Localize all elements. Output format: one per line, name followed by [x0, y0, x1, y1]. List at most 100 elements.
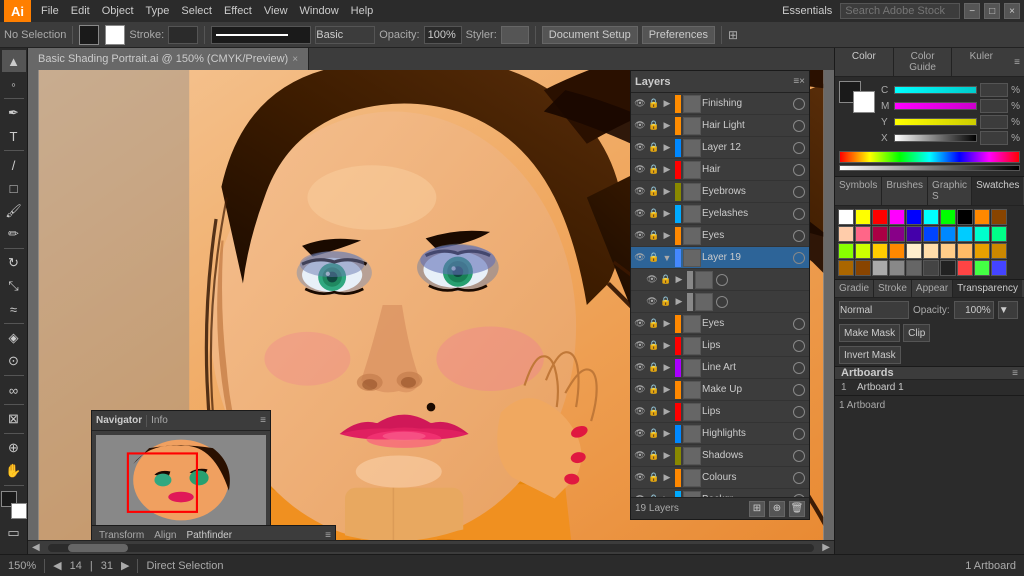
add-layer-button[interactable]: ⊕ — [769, 501, 785, 517]
layer-target-circle[interactable] — [793, 186, 805, 198]
graphic-styles-tab[interactable]: Graphic S — [928, 177, 972, 205]
layer-expand-icon[interactable]: ▶ — [661, 471, 673, 485]
layer-item[interactable]: 👁 🔒 ▶ Make Up — [631, 379, 809, 401]
swatch-color[interactable] — [838, 226, 854, 242]
layer-visibility-icon[interactable]: 👁 — [633, 251, 647, 265]
align-icon[interactable]: ⊞ — [728, 28, 738, 42]
channel-c-value[interactable] — [980, 83, 1008, 97]
layer-target-circle[interactable] — [716, 274, 728, 286]
color-stroke-swatch[interactable] — [853, 91, 875, 113]
layer-lock-icon[interactable]: 🔒 — [648, 405, 660, 419]
layer-lock-icon[interactable]: 🔒 — [648, 229, 660, 243]
layer-item[interactable]: 👁 🔒 ▶ Colours — [631, 467, 809, 489]
swatch-color[interactable] — [889, 243, 905, 259]
pencil-tool[interactable]: ✏ — [2, 223, 26, 245]
rotate-tool[interactable]: ↻ — [2, 252, 26, 274]
layer-lock-icon[interactable]: 🔒 — [648, 251, 660, 265]
channel-m-slider-track[interactable] — [894, 102, 977, 110]
layer-visibility-icon[interactable]: 👁 — [633, 97, 647, 111]
layer-lock-icon[interactable]: 🔒 — [648, 141, 660, 155]
color-tab-active[interactable]: Color — [835, 48, 894, 76]
select-tool[interactable]: ▲ — [2, 50, 26, 72]
symbols-tab[interactable]: Symbols — [835, 177, 882, 205]
navigator-options-button[interactable]: ≡ — [260, 415, 266, 426]
scroll-track[interactable] — [48, 544, 815, 552]
layer-expand-icon[interactable]: ▶ — [673, 273, 685, 287]
stroke-color-swatch[interactable] — [105, 25, 125, 45]
layer-item[interactable]: 👁 🔒 ▶ Eyes — [631, 313, 809, 335]
layer-visibility-icon[interactable]: 👁 — [633, 339, 647, 353]
transparency-tab-active[interactable]: Transparency — [953, 280, 1022, 297]
layer-visibility-icon[interactable]: 👁 — [633, 361, 647, 375]
layer-target-circle[interactable] — [793, 428, 805, 440]
layer-target-circle[interactable] — [793, 252, 805, 264]
layer-target-circle[interactable] — [793, 318, 805, 330]
zoom-tool[interactable]: ⊕ — [2, 437, 26, 459]
swatch-color[interactable] — [923, 226, 939, 242]
swatch-color[interactable] — [906, 243, 922, 259]
swatch-color[interactable] — [974, 226, 990, 242]
page-nav-prev[interactable]: ◀ — [53, 559, 61, 572]
layer-item[interactable]: 👁 🔒 ▶ Shadows — [631, 445, 809, 467]
layer-item[interactable]: 👁 🔒 ▶ Layer 12 — [631, 137, 809, 159]
swatch-color[interactable] — [838, 243, 854, 259]
layer-lock-icon[interactable]: 🔒 — [648, 471, 660, 485]
layer-target-circle[interactable] — [793, 384, 805, 396]
layer-expand-icon[interactable]: ▶ — [661, 339, 673, 353]
layer-expand-icon[interactable]: ▶ — [661, 229, 673, 243]
swatch-color[interactable] — [889, 209, 905, 225]
slice-tool[interactable]: ⊠ — [2, 408, 26, 430]
layer-target-circle[interactable] — [716, 296, 728, 308]
color-guide-tab[interactable]: Color Guide — [894, 48, 953, 76]
fill-color-swatch[interactable] — [79, 25, 99, 45]
layer-target-circle[interactable] — [793, 362, 805, 374]
layer-visibility-icon[interactable]: 👁 — [633, 185, 647, 199]
brush-select[interactable]: Basic — [315, 26, 375, 44]
layer-target-circle[interactable] — [793, 164, 805, 176]
layer-target-circle[interactable] — [793, 406, 805, 418]
channel-y-value[interactable] — [980, 115, 1008, 129]
swatch-color[interactable] — [872, 243, 888, 259]
menu-file[interactable]: File — [35, 3, 65, 19]
screen-mode-tool[interactable]: ▭ — [2, 522, 26, 544]
swatch-color[interactable] — [923, 260, 939, 276]
menu-view[interactable]: View — [258, 3, 294, 19]
color-panel-options[interactable]: ≡ — [1010, 48, 1024, 76]
swatch-color[interactable] — [872, 260, 888, 276]
scroll-thumb[interactable] — [68, 544, 128, 552]
eyedropper-tool[interactable]: ⊙ — [2, 350, 26, 372]
scroll-left-arrow[interactable]: ◀ — [28, 542, 44, 553]
channel-y-slider-track[interactable] — [894, 118, 977, 126]
swatch-color[interactable] — [974, 209, 990, 225]
layer-lock-icon[interactable]: 🔒 — [648, 207, 660, 221]
layer-visibility-icon[interactable]: 👁 — [633, 317, 647, 331]
invert-mask-button[interactable]: Invert Mask — [839, 346, 901, 364]
blend-mode-select[interactable]: Normal — [839, 301, 909, 319]
layer-lock-icon[interactable]: 🔒 — [648, 383, 660, 397]
stroke-tab[interactable]: Stroke — [874, 280, 912, 297]
layer-visibility-icon[interactable]: 👁 — [633, 449, 647, 463]
appearance-tab[interactable]: Appear — [912, 280, 953, 297]
navigator-info-tab[interactable]: Info — [151, 415, 168, 426]
swatch-color[interactable] — [872, 226, 888, 242]
swatch-color[interactable] — [838, 260, 854, 276]
tab-pathfinder[interactable]: Pathfinder — [183, 530, 235, 541]
blend-tool[interactable]: ∞ — [2, 379, 26, 401]
warp-tool[interactable]: ≈ — [2, 298, 26, 320]
opacity-select[interactable]: ▼ — [998, 301, 1018, 319]
layers-close-button[interactable]: × — [799, 76, 805, 87]
color-black-bar[interactable] — [839, 165, 1020, 171]
layer-item[interactable]: 👁 🔒 ▶ Lips — [631, 401, 809, 423]
layer-lock-icon[interactable]: 🔒 — [660, 273, 672, 287]
layer-item[interactable]: 👁 🔒 ▶ Highlights — [631, 423, 809, 445]
swatch-color[interactable] — [889, 226, 905, 242]
layer-expand-icon[interactable]: ▶ — [661, 207, 673, 221]
direct-select-tool[interactable]: ◦ — [2, 73, 26, 95]
channel-m-value[interactable] — [980, 99, 1008, 113]
swatch-color[interactable] — [872, 209, 888, 225]
tab-align[interactable]: Align — [151, 530, 179, 540]
kuler-tab[interactable]: Kuler — [952, 48, 1010, 76]
swatch-color[interactable] — [855, 243, 871, 259]
layer-visibility-icon[interactable]: 👁 — [633, 119, 647, 133]
swatch-color[interactable] — [991, 209, 1007, 225]
